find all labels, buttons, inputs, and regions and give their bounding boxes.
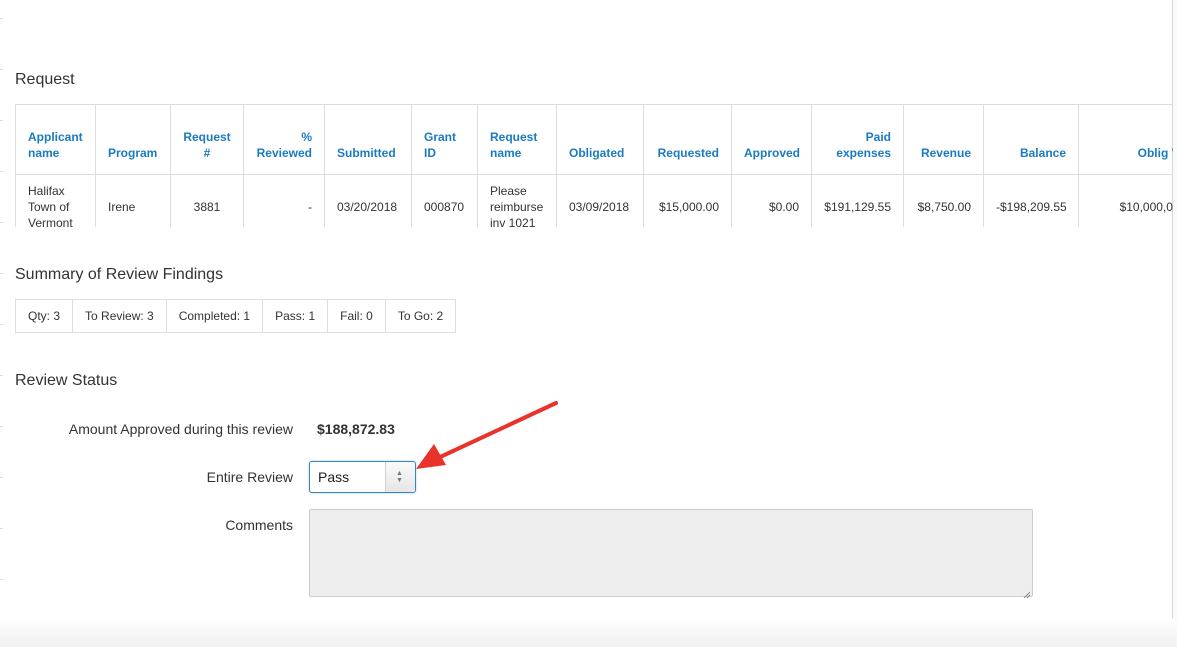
page-bottom-fade (0, 618, 1177, 647)
red-arrow-annotation (416, 401, 558, 469)
arrow-shaft (436, 401, 558, 460)
